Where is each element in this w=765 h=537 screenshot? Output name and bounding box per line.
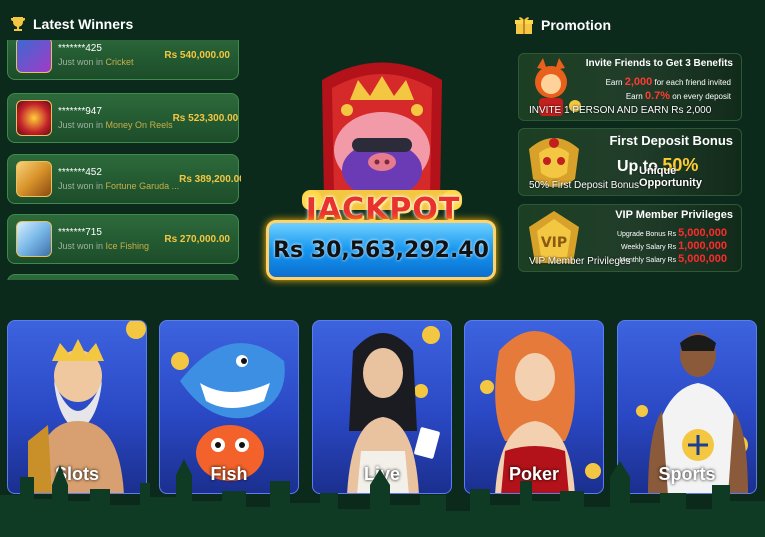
vip-row-monthly: Monthly Salary Rs 5,000,000	[619, 253, 727, 265]
svg-text:VIP: VIP	[541, 235, 567, 251]
promo-title: First Deposit Bonus	[609, 133, 733, 148]
winner-game: Ice Fishing	[105, 241, 150, 251]
promo-invite-friends[interactable]: Invite Friends to Get 3 Benefits Earn 2,…	[518, 53, 742, 121]
promo-sub-caption: Unique Opportunity	[639, 165, 702, 189]
trophy-icon	[9, 15, 27, 33]
winner-name: *******452	[58, 167, 102, 178]
winner-row[interactable]: *******715 Just won in Ice Fishing Rs 27…	[7, 214, 239, 264]
promo-caption: INVITE 1 PERSON AND EARN Rs 2,000	[529, 105, 712, 116]
winner-amount: Rs 540,000.00	[164, 49, 230, 61]
vip-row-upgrade: Upgrade Bonus Rs 5,000,000	[616, 227, 727, 239]
city-skyline-decoration	[0, 459, 765, 537]
winner-prefix: Just won in	[58, 181, 104, 191]
winner-name: *******425	[58, 43, 102, 54]
winner-row[interactable]: *******425 Just won in Cricket Rs 540,00…	[7, 40, 239, 80]
latest-winners-header: Latest Winners	[9, 15, 133, 33]
game-thumbnail	[16, 161, 52, 197]
winner-amount: Rs 523,300.00	[172, 112, 239, 124]
winner-name: *******947	[58, 106, 102, 117]
winner-amount: Rs 389,200.00	[179, 173, 241, 185]
winners-list[interactable]: *******425 Just won in Cricket Rs 540,00…	[7, 40, 241, 280]
promo-title: Invite Friends to Get 3 Benefits	[585, 58, 733, 69]
promo-line-1: Earn 2,000 for each friend invited	[605, 76, 731, 88]
jackpot-counter: Rs 30,563,292.40	[266, 220, 496, 280]
winner-name: *******715	[58, 227, 102, 238]
latest-winners-title: Latest Winners	[33, 16, 134, 32]
promotion-title: Promotion	[541, 17, 611, 33]
winner-prefix: Just won in	[58, 57, 104, 67]
winner-row[interactable]	[7, 274, 239, 280]
winner-amount: Rs 270,000.00	[164, 233, 230, 245]
winner-prefix: Just won in	[58, 120, 104, 130]
promo-caption: 50% First Deposit Bonus	[529, 180, 640, 191]
game-thumbnail	[16, 40, 52, 73]
gift-icon	[513, 14, 535, 36]
promo-caption: VIP Member Privileges	[529, 256, 631, 267]
promo-title: VIP Member Privileges	[615, 209, 733, 221]
promo-first-deposit[interactable]: First Deposit Bonus Up to 50% 50% First …	[518, 128, 742, 196]
winner-game: Money On Reels	[105, 120, 173, 130]
game-thumbnail	[16, 221, 52, 257]
promo-line-2: Earn 0.7% on every deposit	[625, 90, 731, 102]
winner-row[interactable]: *******452 Just won in Fortune Garuda ..…	[7, 154, 241, 204]
vip-row-weekly: Weekly Salary Rs 1,000,000	[621, 240, 727, 252]
winner-prefix: Just won in	[58, 241, 104, 251]
winner-game: Fortune Garuda ...	[105, 181, 180, 191]
promotion-header: Promotion	[513, 14, 611, 36]
game-thumbnail	[16, 100, 52, 136]
winner-game: Cricket	[105, 57, 134, 67]
promo-vip[interactable]: VIP VIP Member Privileges Upgrade Bonus …	[518, 204, 742, 272]
jackpot-value: Rs 30,563,292.40	[273, 237, 489, 263]
winner-row[interactable]: *******947 Just won in Money On Reels Rs…	[7, 93, 239, 143]
